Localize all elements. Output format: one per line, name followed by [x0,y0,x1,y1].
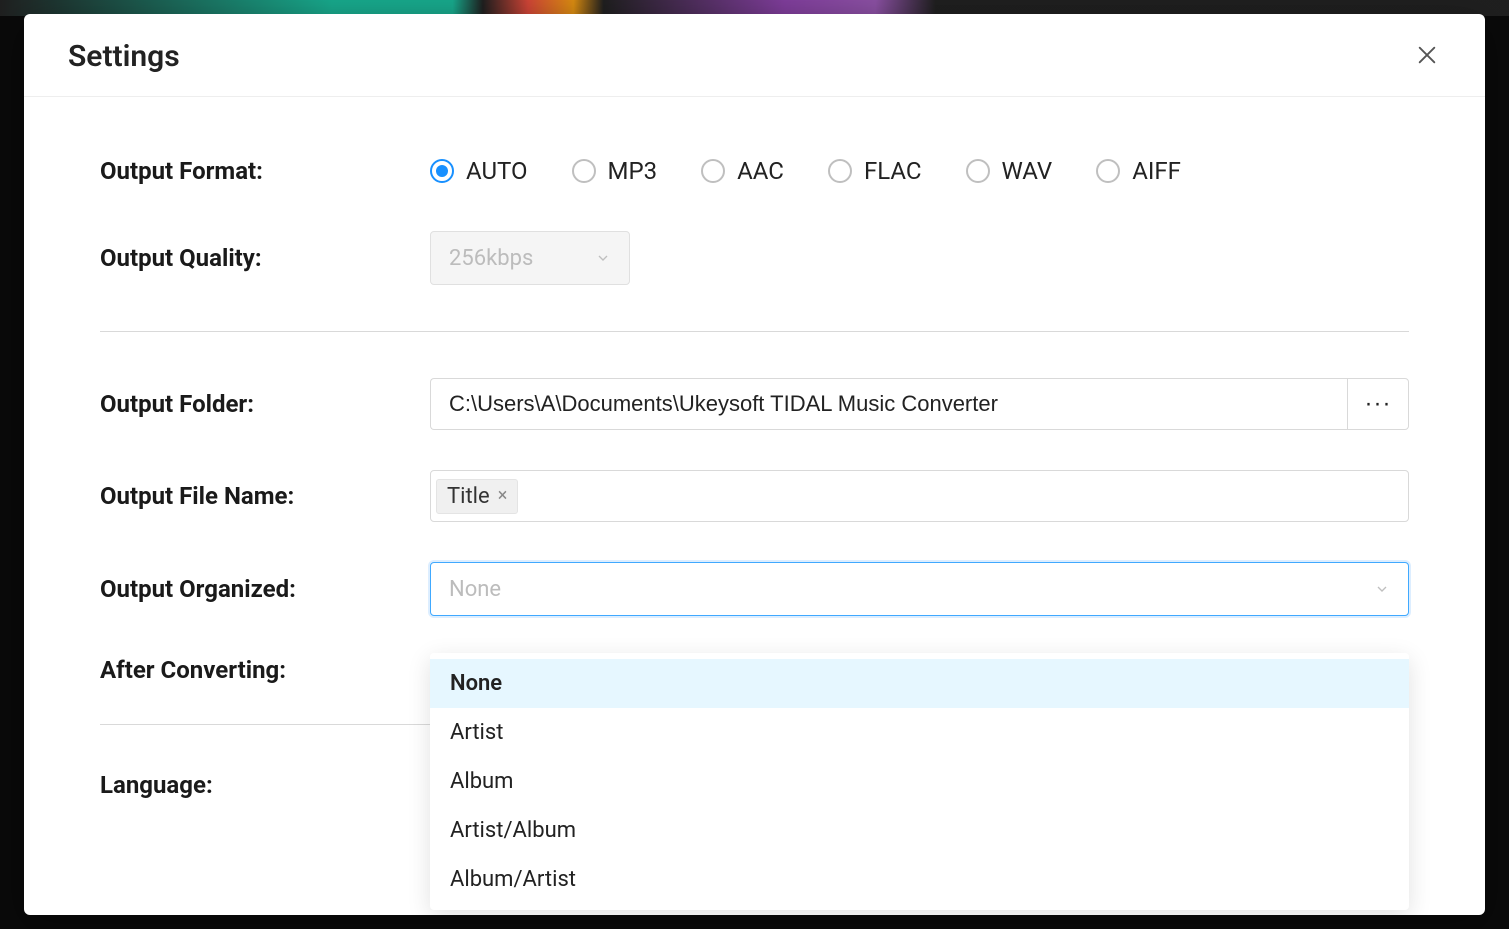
close-icon [1416,44,1438,69]
remove-tag-icon[interactable]: × [498,487,508,505]
label-language: Language: [100,771,430,799]
row-output-file-name: Output File Name: Title × [100,470,1409,522]
radio-aiff[interactable]: AIFF [1096,157,1181,185]
close-button[interactable] [1409,38,1445,74]
radio-icon [572,159,596,183]
row-output-format: Output Format: AUTO MP3 AAC FLAC WAV AIFF [100,157,1409,185]
radio-icon [701,159,725,183]
radio-label: AIFF [1132,157,1181,185]
settings-modal: Settings Output Format: AUTO MP3 AAC FLAC WA… [24,14,1485,915]
dropdown-option[interactable]: None [430,659,1409,708]
row-output-organized: Output Organized: None [100,562,1409,616]
radio-icon [1096,159,1120,183]
output-organized-select[interactable]: None [430,562,1409,616]
radio-flac[interactable]: FLAC [828,157,922,185]
label-output-organized: Output Organized: [100,575,430,603]
radio-label: AUTO [466,157,528,185]
row-output-folder: Output Folder: ··· [100,378,1409,430]
label-after-converting: After Converting: [100,656,430,684]
output-organized-placeholder: None [449,577,501,602]
radio-label: MP3 [608,157,658,185]
output-quality-select: 256kbps [430,231,630,285]
modal-body: Output Format: AUTO MP3 AAC FLAC WAV AIFF Out… [24,97,1485,915]
divider [100,331,1409,332]
output-folder-input[interactable] [430,378,1347,430]
radio-label: WAV [1002,157,1053,185]
radio-icon [828,159,852,183]
modal-header: Settings [24,14,1485,97]
chevron-down-icon [1374,581,1390,597]
output-quality-value: 256kbps [449,246,533,271]
modal-title: Settings [68,39,180,74]
dropdown-option[interactable]: Artist [430,708,1409,757]
output-file-name-input[interactable]: Title × [430,470,1409,522]
radio-icon [966,159,990,183]
chevron-down-icon [595,250,611,266]
label-output-quality: Output Quality: [100,244,430,272]
radio-auto[interactable]: AUTO [430,157,528,185]
radio-mp3[interactable]: MP3 [572,157,658,185]
dropdown-option[interactable]: Album/Artist [430,855,1409,904]
output-format-radio-group: AUTO MP3 AAC FLAC WAV AIFF [430,157,1409,185]
browse-folder-button[interactable]: ··· [1347,378,1409,430]
ellipsis-icon: ··· [1365,390,1392,418]
label-output-file-name: Output File Name: [100,482,430,510]
radio-label: AAC [737,157,784,185]
dropdown-option[interactable]: Album [430,757,1409,806]
dropdown-option[interactable]: Artist/Album [430,806,1409,855]
output-organized-dropdown: NoneArtistAlbumArtist/AlbumAlbum/Artist [430,653,1409,910]
radio-aac[interactable]: AAC [701,157,784,185]
output-folder-group: ··· [430,378,1409,430]
radio-label: FLAC [864,157,922,185]
filename-tag: Title × [436,479,518,514]
label-output-format: Output Format: [100,157,430,185]
radio-wav[interactable]: WAV [966,157,1053,185]
filename-tag-label: Title [447,484,490,509]
radio-icon [430,159,454,183]
label-output-folder: Output Folder: [100,390,430,418]
row-output-quality: Output Quality: 256kbps [100,231,1409,285]
